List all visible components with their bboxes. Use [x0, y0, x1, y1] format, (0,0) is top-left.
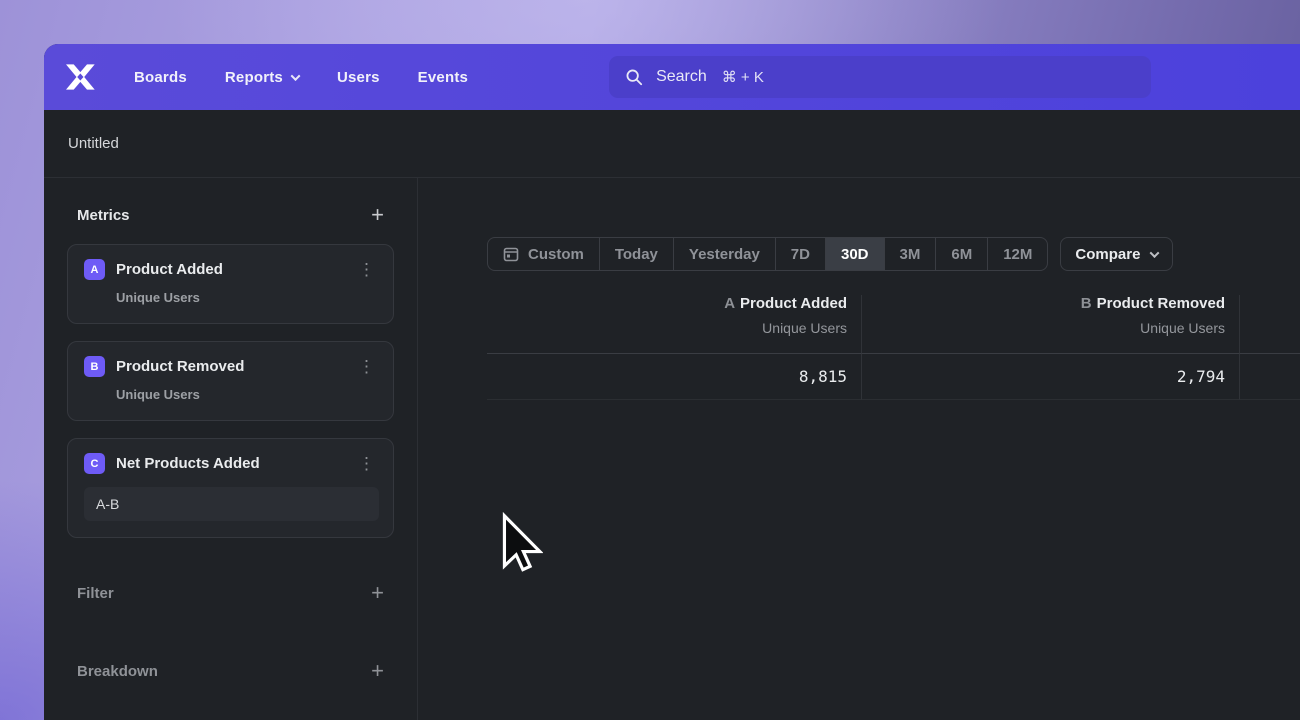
- app-window: Boards Reports Users Events Search ⌘ + K…: [44, 44, 1300, 720]
- add-filter-button[interactable]: +: [371, 584, 384, 602]
- column-subtitle: Unique Users: [862, 320, 1225, 336]
- metrics-section-header: Metrics +: [67, 206, 394, 224]
- column-prefix: A: [724, 295, 735, 312]
- metric-title[interactable]: Net Products Added: [116, 455, 354, 472]
- kebab-menu-icon[interactable]: ⋮: [354, 455, 379, 472]
- metric-card-a[interactable]: A Product Added ⋮ Unique Users: [67, 244, 394, 324]
- metric-title[interactable]: Product Removed: [116, 358, 354, 375]
- metric-badge: B: [84, 356, 105, 377]
- chevron-down-icon: [1150, 248, 1160, 258]
- range-tab-label: Today: [615, 246, 658, 263]
- nav-item-events[interactable]: Events: [418, 69, 468, 86]
- nav-item-label: Reports: [225, 69, 283, 86]
- nav-item-label: Boards: [134, 69, 187, 86]
- compare-button[interactable]: Compare: [1060, 237, 1173, 271]
- range-tab-label: 30D: [841, 246, 869, 263]
- report-title[interactable]: Untitled: [68, 135, 119, 152]
- search-input[interactable]: Search ⌘ + K: [609, 56, 1151, 98]
- date-controls: Custom Today Yesterday 7D 30D: [487, 237, 1300, 271]
- range-tab-custom[interactable]: Custom: [488, 238, 599, 270]
- column-subtitle: Unique Users: [487, 320, 847, 336]
- column-header-a[interactable]: A Product Added Unique Users: [487, 295, 862, 354]
- add-breakdown-button[interactable]: +: [371, 662, 384, 680]
- range-tab-label: 7D: [791, 246, 810, 263]
- search-icon: [625, 68, 643, 86]
- date-range-tabs: Custom Today Yesterday 7D 30D: [487, 237, 1048, 271]
- calendar-icon: [503, 246, 519, 262]
- range-tab-12m[interactable]: 12M: [987, 238, 1047, 270]
- nav-items: Boards Reports Users Events: [134, 69, 468, 86]
- compare-button-label: Compare: [1075, 246, 1140, 263]
- nav-item-boards[interactable]: Boards: [134, 69, 187, 86]
- metrics-section-title: Metrics: [77, 207, 130, 224]
- nav-item-users[interactable]: Users: [337, 69, 380, 86]
- filter-section: Filter +: [67, 584, 394, 602]
- metric-badge: A: [84, 259, 105, 280]
- range-tab-label: 6M: [951, 246, 972, 263]
- search-shortcut: ⌘ + K: [722, 68, 764, 86]
- add-metric-button[interactable]: +: [371, 206, 384, 224]
- metric-measurement[interactable]: Unique Users: [116, 387, 379, 402]
- column-name: Product Removed: [1097, 295, 1225, 312]
- report-body: Metrics + A Product Added ⋮ Unique Users…: [44, 178, 1300, 720]
- chevron-down-icon: [291, 71, 301, 81]
- column-prefix: B: [1081, 295, 1092, 312]
- kebab-menu-icon[interactable]: ⋮: [354, 261, 379, 278]
- range-tab-today[interactable]: Today: [599, 238, 673, 270]
- metric-value-a[interactable]: 8,815: [487, 354, 862, 400]
- column-name: Product Added: [740, 295, 847, 312]
- results-table: A Product Added Unique Users B Product Rem…: [487, 295, 1300, 400]
- metric-card-c[interactable]: C Net Products Added ⋮ A-B: [67, 438, 394, 538]
- nav-item-reports[interactable]: Reports: [225, 69, 299, 86]
- range-tab-6m[interactable]: 6M: [935, 238, 987, 270]
- range-tab-label: 3M: [900, 246, 921, 263]
- kebab-menu-icon[interactable]: ⋮: [354, 358, 379, 375]
- metric-measurement[interactable]: Unique Users: [116, 290, 379, 305]
- metric-badge: C: [84, 453, 105, 474]
- range-tab-30d[interactable]: 30D: [825, 238, 884, 270]
- nav-item-label: Events: [418, 69, 468, 86]
- range-tab-label: Custom: [528, 246, 584, 263]
- breakdown-section: Breakdown +: [67, 662, 394, 680]
- results-panel: Custom Today Yesterday 7D 30D: [418, 178, 1300, 720]
- range-tab-yesterday[interactable]: Yesterday: [673, 238, 775, 270]
- metric-title[interactable]: Product Added: [116, 261, 354, 278]
- filter-section-title: Filter: [77, 585, 114, 602]
- query-builder-sidebar: Metrics + A Product Added ⋮ Unique Users…: [44, 178, 418, 720]
- range-tab-label: 12M: [1003, 246, 1032, 263]
- column-header-overflow: [1240, 295, 1300, 354]
- range-tab-3m[interactable]: 3M: [884, 238, 936, 270]
- breakdown-section-title: Breakdown: [77, 663, 158, 680]
- metric-value-b[interactable]: 2,794: [862, 354, 1240, 400]
- metric-card-b[interactable]: B Product Removed ⋮ Unique Users: [67, 341, 394, 421]
- metric-value-overflow: [1240, 354, 1300, 400]
- range-tab-label: Yesterday: [689, 246, 760, 263]
- app-logo-icon[interactable]: [62, 63, 98, 91]
- nav-item-label: Users: [337, 69, 380, 86]
- formula-input[interactable]: A-B: [84, 487, 379, 521]
- search-placeholder: Search: [656, 68, 707, 86]
- range-tab-7d[interactable]: 7D: [775, 238, 825, 270]
- top-nav: Boards Reports Users Events Search ⌘ + K: [44, 44, 1300, 110]
- column-header-b[interactable]: B Product Removed Unique Users: [862, 295, 1240, 354]
- report-header: Untitled: [44, 110, 1300, 178]
